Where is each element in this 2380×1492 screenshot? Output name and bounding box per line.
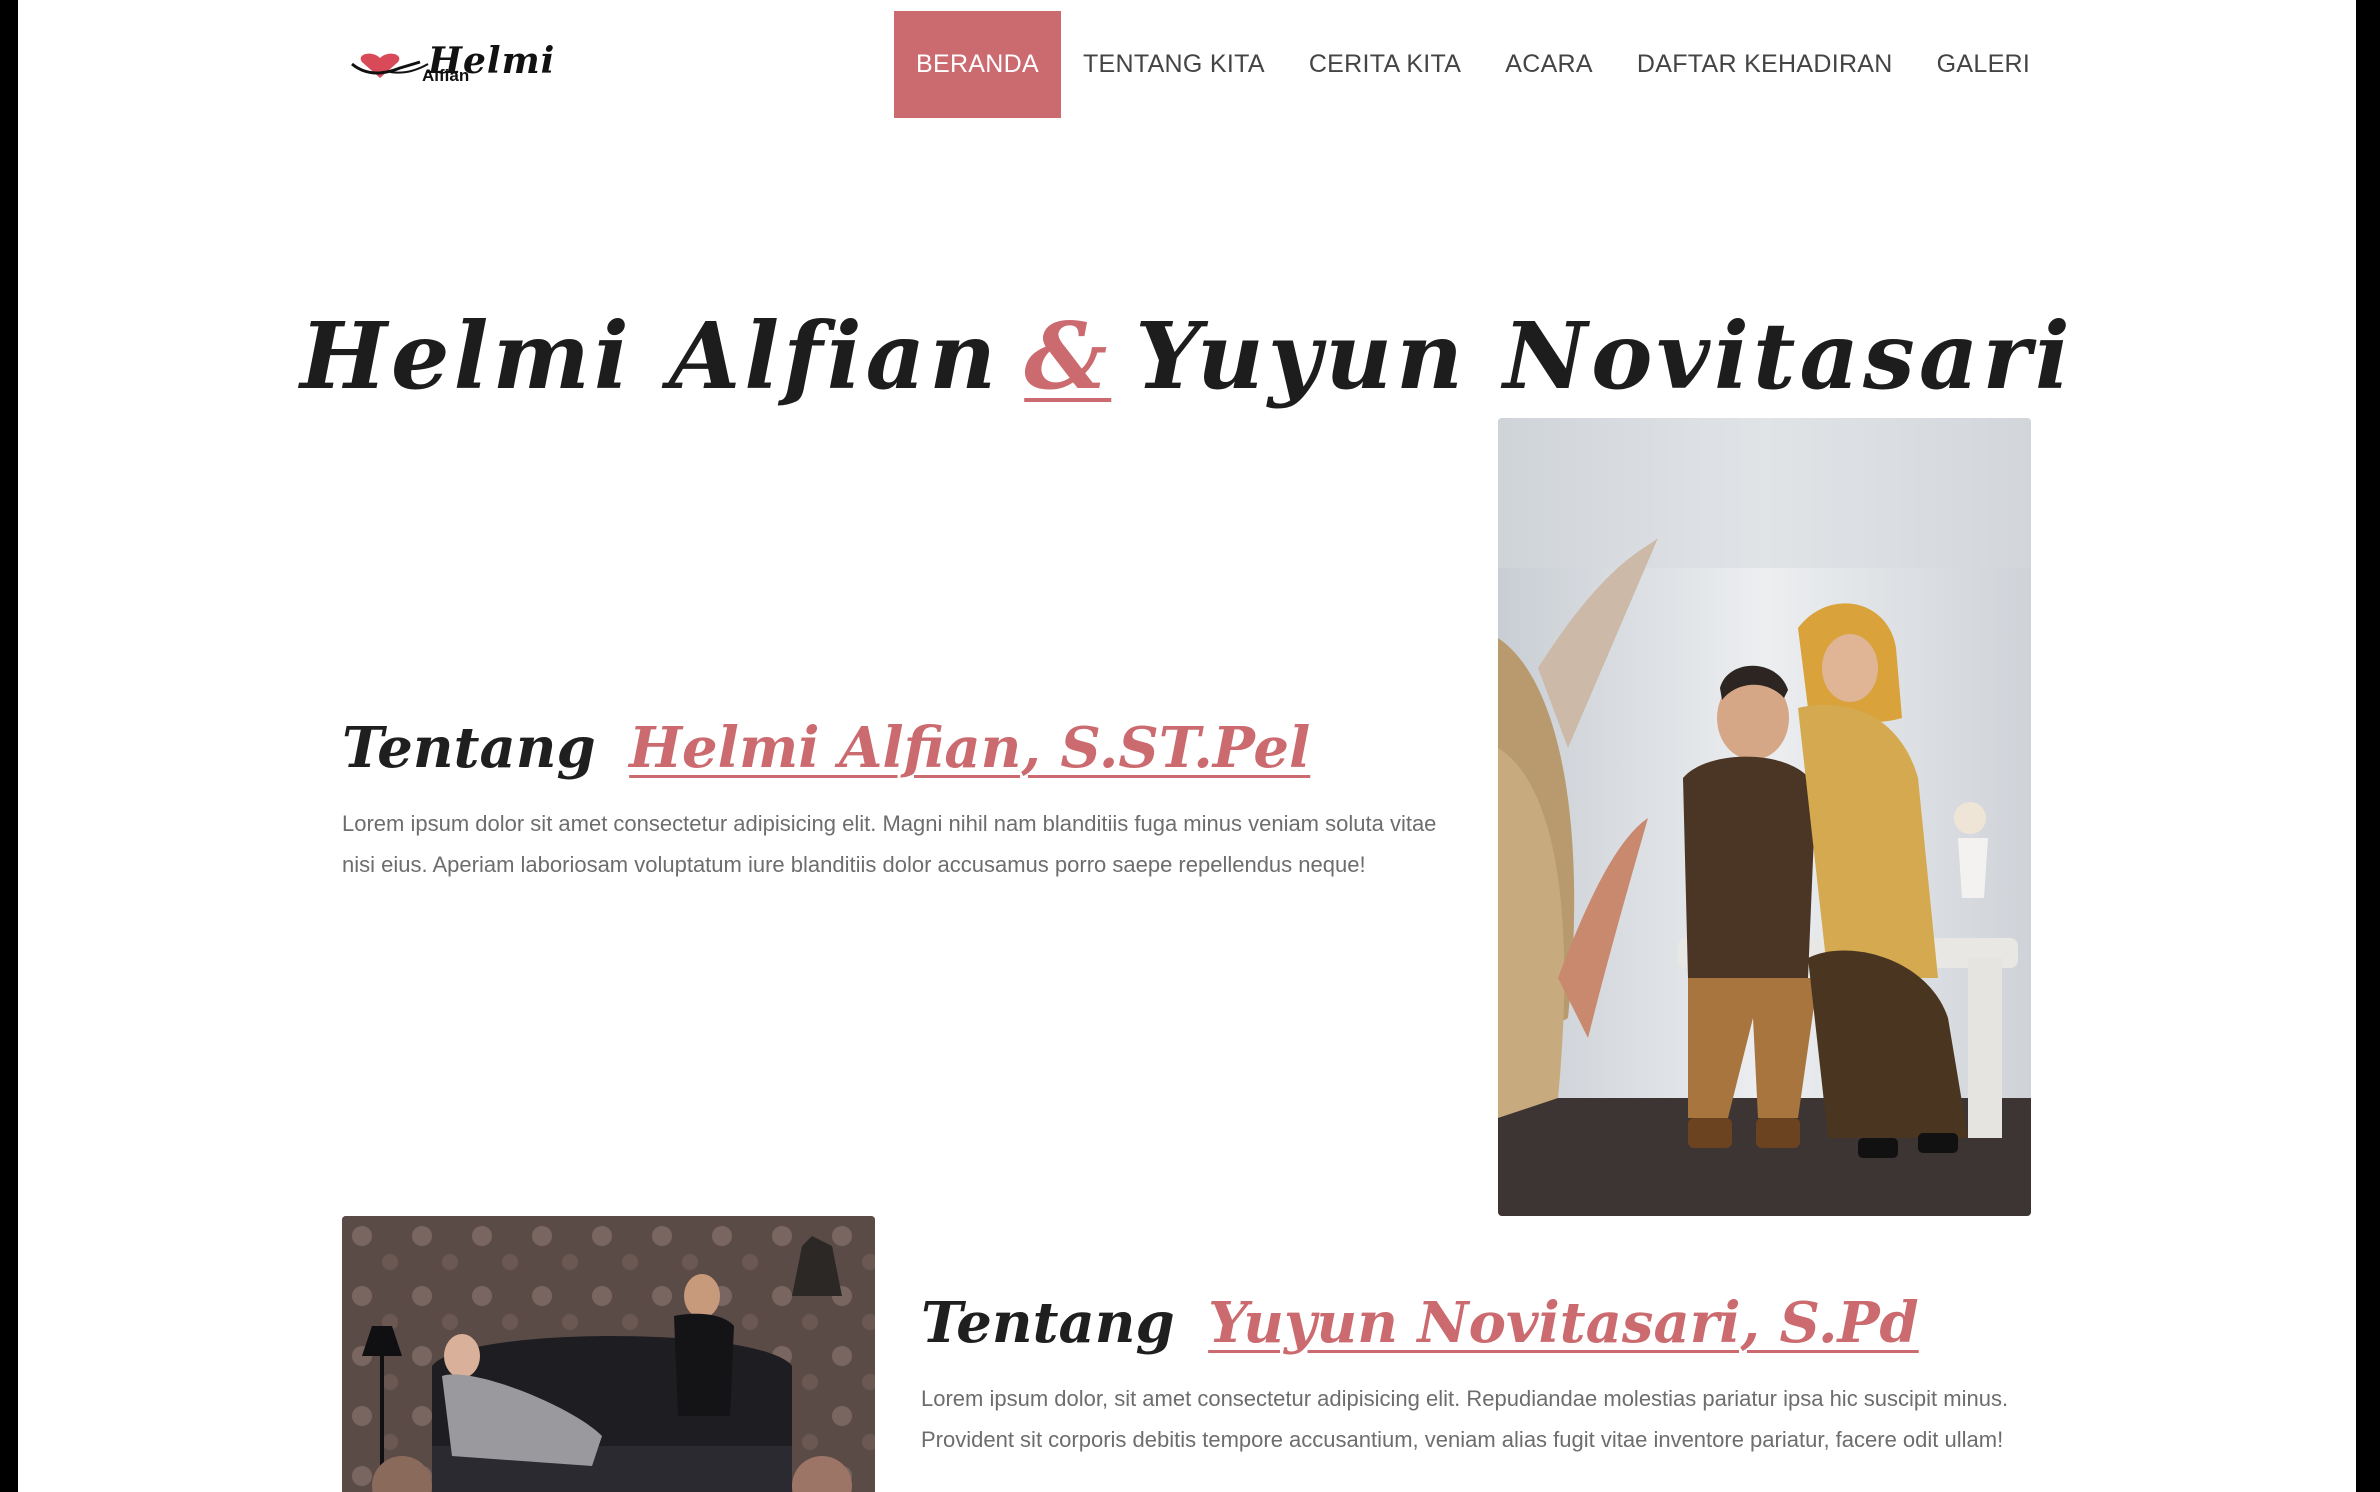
navbar: Helmi Alfian BERANDA TENTANG KITA CERITA… (18, 0, 2356, 130)
about-bride-prefix: Tentang (921, 1290, 1175, 1356)
about-groom-section: Tentang Helmi Alfian, S.ST.Pel Lorem ips… (342, 715, 1452, 885)
bride-photo (342, 1216, 875, 1492)
about-groom-text: Lorem ipsum dolor sit amet consectetur a… (342, 811, 1437, 877)
about-bride-text: Lorem ipsum dolor, sit amet consectetur … (921, 1386, 2009, 1452)
couple-title: Helmi Alfian & Yuyun Novitasari (18, 302, 2356, 410)
couple-photo-image (1498, 418, 2031, 1216)
bride-name: Yuyun Novitasari (1135, 301, 2074, 410)
main-menu: BERANDA TENTANG KITA CERITA KITA ACARA D… (894, 11, 2052, 118)
bride-photo-image (342, 1216, 875, 1492)
nav-item-daftar-kehadiran[interactable]: DAFTAR KEHADIRAN (1615, 11, 1915, 118)
site-logo[interactable]: Helmi Alfian (350, 40, 594, 86)
nav-item-cerita-kita[interactable]: CERITA KITA (1287, 11, 1483, 118)
nav-item-acara[interactable]: ACARA (1483, 11, 1615, 118)
about-bride-heading: Tentang Yuyun Novitasari, S.Pd (921, 1290, 2051, 1356)
about-groom-prefix: Tentang (342, 715, 596, 781)
nav-item-galeri[interactable]: GALERI (1915, 11, 2053, 118)
about-groom-heading: Tentang Helmi Alfian, S.ST.Pel (342, 715, 1452, 781)
nav-item-beranda[interactable]: BERANDA (894, 11, 1061, 118)
logo-subword: Alfian (422, 66, 470, 85)
nav-item-tentang-kita[interactable]: TENTANG KITA (1061, 11, 1287, 118)
about-bride-name: Yuyun Novitasari, S.Pd (1208, 1290, 1919, 1356)
couple-photo (1498, 418, 2031, 1216)
about-bride-section: Tentang Yuyun Novitasari, S.Pd Lorem ips… (921, 1290, 2051, 1460)
about-groom-name: Helmi Alfian, S.ST.Pel (629, 715, 1311, 781)
ampersand: & (1024, 301, 1112, 410)
groom-name: Helmi Alfian (300, 301, 1001, 410)
page: Helmi Alfian BERANDA TENTANG KITA CERITA… (18, 0, 2356, 1492)
